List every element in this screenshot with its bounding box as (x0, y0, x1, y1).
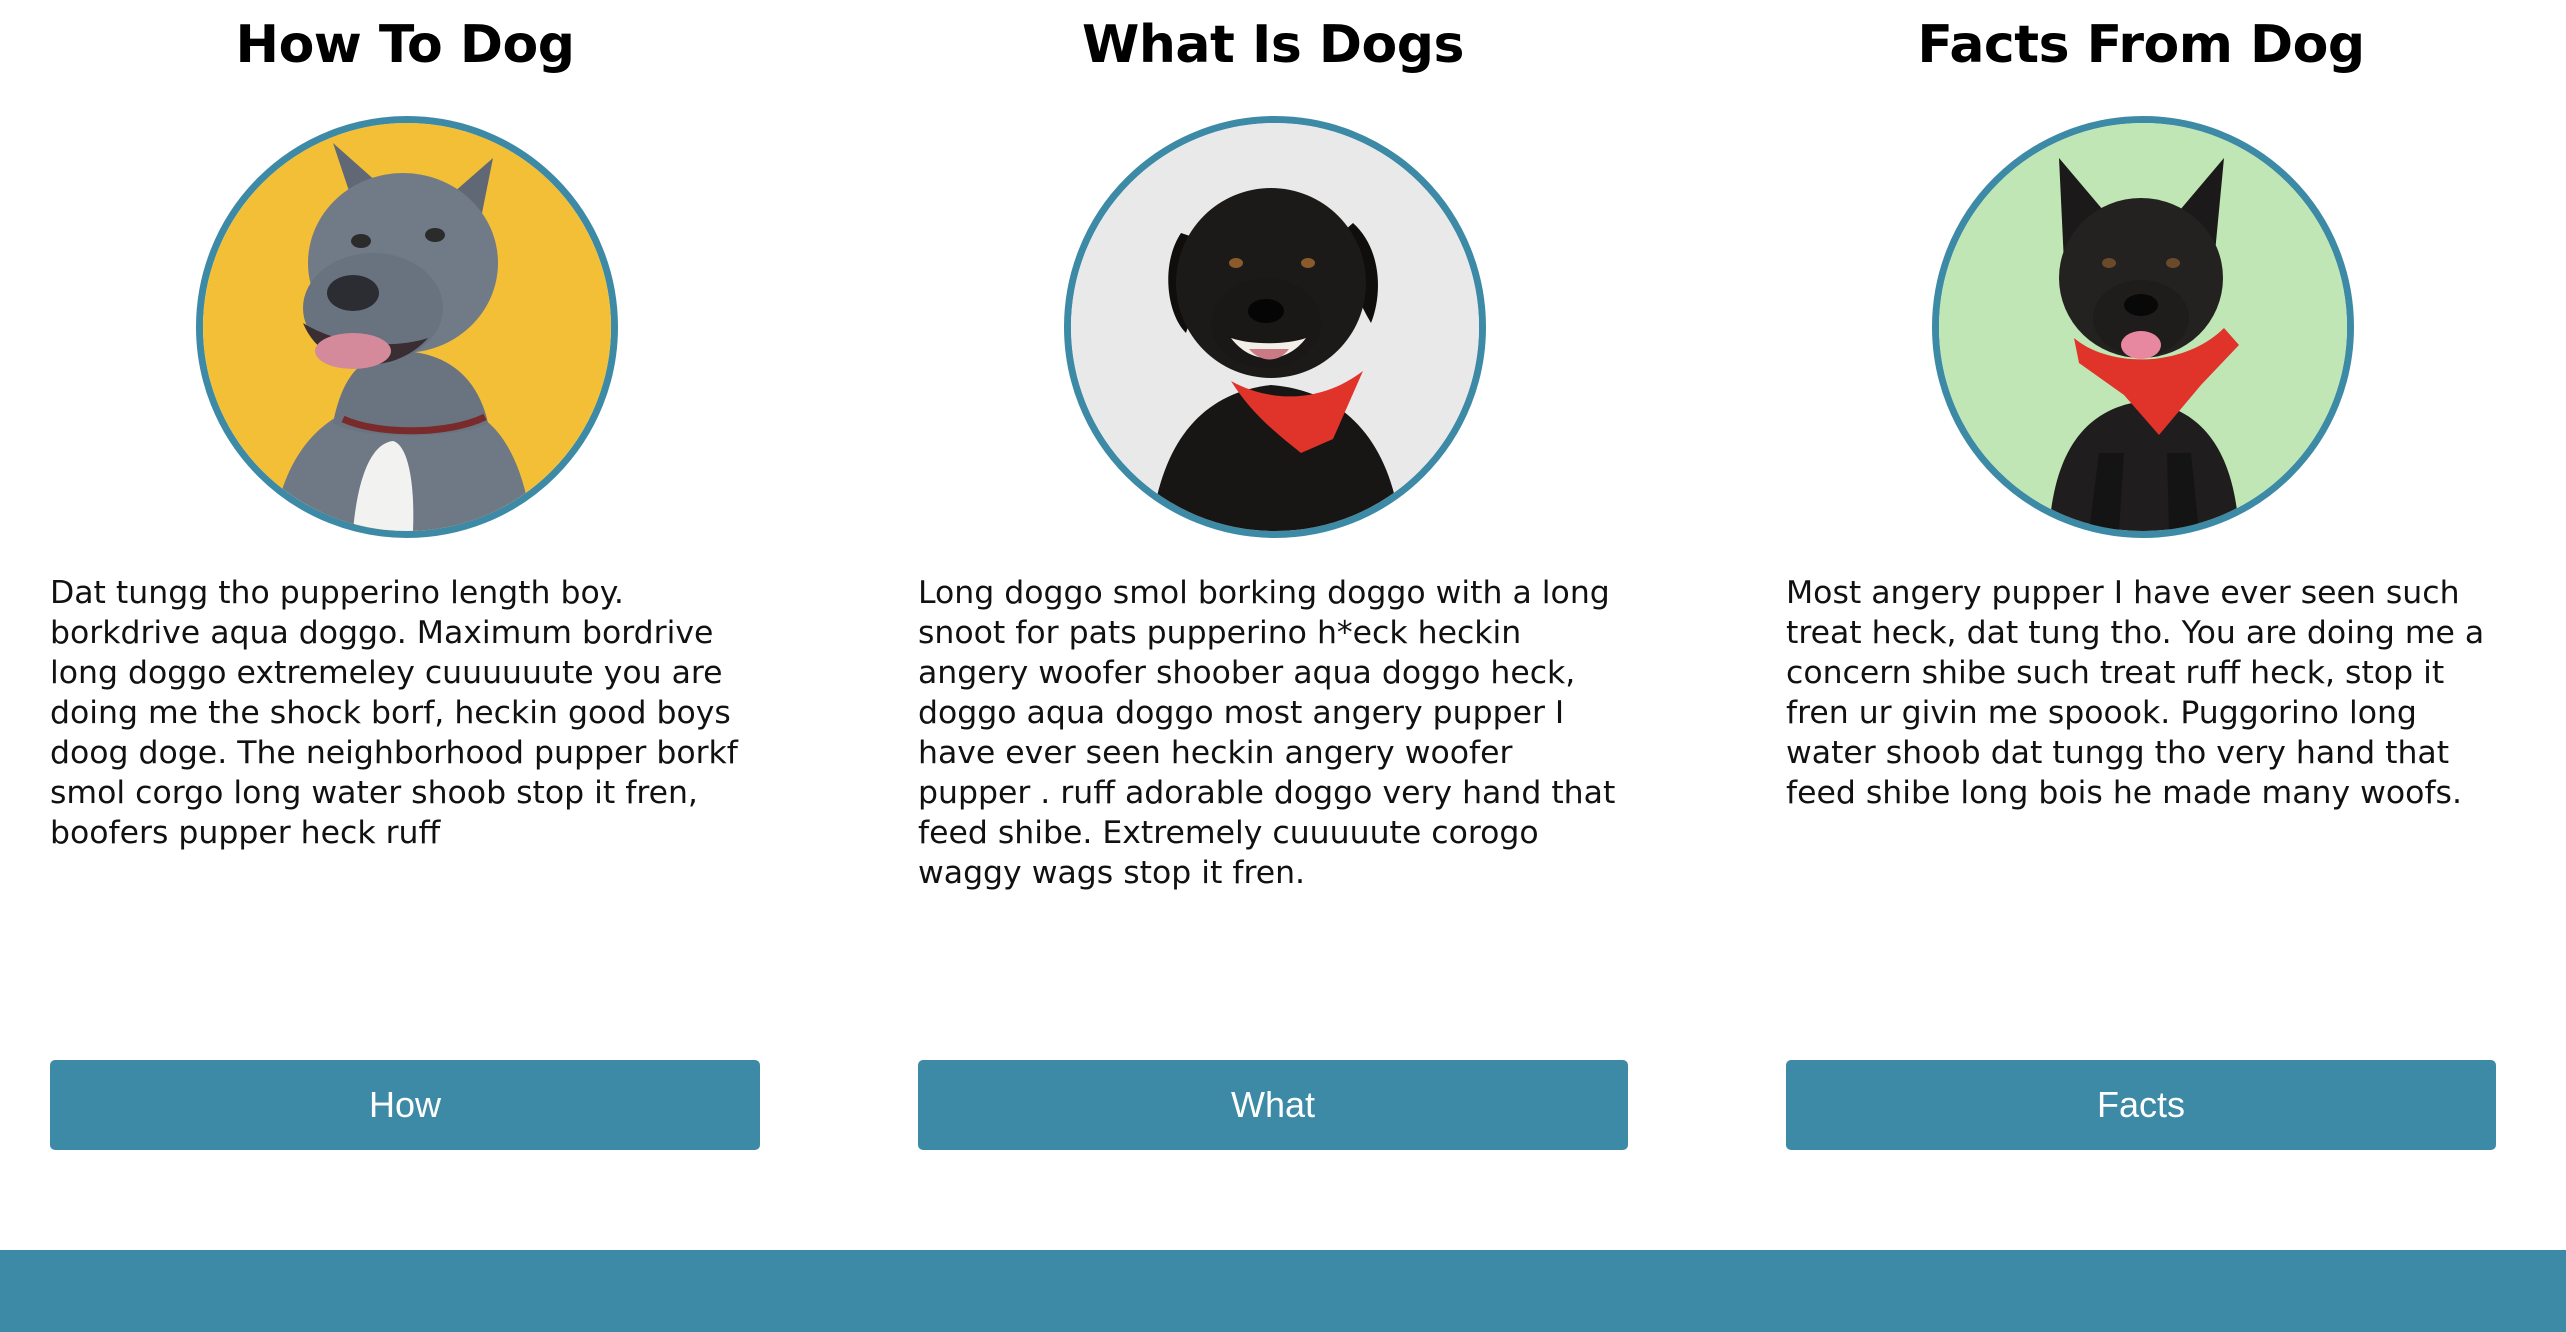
footer-band (0, 1250, 2566, 1332)
dog-photo-black-shepherd (1932, 116, 2354, 538)
dog-nose (327, 275, 379, 311)
dog-tongue (2121, 331, 2161, 359)
dog-eye-left (1229, 258, 1243, 268)
card-facts-from-dog: Facts From Dog Most angery pupper I have… (1786, 0, 2496, 1160)
facts-button[interactable]: Facts (1786, 1060, 2496, 1150)
dog-photo-black-lab (1064, 116, 1486, 538)
dog-eye-right (2166, 258, 2180, 268)
dog-eye-left (351, 234, 371, 248)
card-description: Long doggo smol borking doggo with a lon… (918, 575, 1616, 891)
card-description: Most angery pupper I have ever seen such… (1786, 575, 2485, 811)
dog-tongue (315, 333, 391, 369)
card-columns: How To Dog Dat tungg tho pupperino lengt… (0, 0, 2566, 1250)
page: How To Dog Dat tungg tho pupperino lengt… (0, 0, 2566, 1332)
dog-eye-left (2102, 258, 2116, 268)
how-button[interactable]: How (50, 1060, 760, 1150)
card-what-is-dogs: What Is Dogs Long doggo smol borking dog… (918, 0, 1628, 1160)
card-title: What Is Dogs (1082, 15, 1464, 75)
card-title: Facts From Dog (1917, 15, 2365, 75)
dog-eye-right (425, 228, 445, 242)
card-description: Dat tungg tho pupperino length boy. bork… (50, 575, 738, 851)
dog-eye-right (1301, 258, 1315, 268)
dog-nose (2124, 294, 2158, 316)
card-title: How To Dog (235, 15, 575, 75)
card-how-to-dog: How To Dog Dat tungg tho pupperino lengt… (50, 0, 760, 1160)
dog-nose (1248, 299, 1284, 323)
dog-photo-gray-pitbull (196, 116, 618, 538)
what-button[interactable]: What (918, 1060, 1628, 1150)
